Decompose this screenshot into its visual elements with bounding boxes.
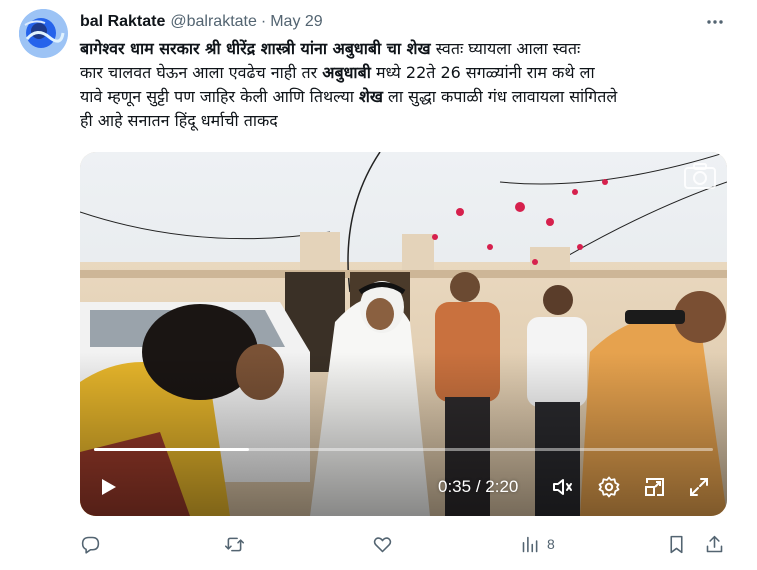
like-button[interactable]	[372, 528, 393, 560]
volume-button[interactable]	[548, 470, 578, 504]
pip-button[interactable]	[640, 470, 670, 504]
highlighted-text: बागेश्वर धाम सरकार श्री धीरेंद्र शास्त्र…	[80, 39, 431, 58]
video-time: 0:35 / 2:20	[438, 470, 518, 504]
retweet-icon	[224, 537, 245, 551]
tweet-card: bal Raktate @balraktate · May 29 बागेश्व…	[0, 0, 757, 570]
bookmark-button[interactable]	[666, 528, 687, 560]
tweet-text-segment: कार चालवत घेऊन आला एवढेच नाही तर	[80, 63, 323, 82]
tweet-text-line-3: यावे म्हणून सुट्टी पण जाहिर केली आणि तिथ…	[80, 85, 740, 109]
video-progress-fill	[94, 448, 249, 451]
avatar[interactable]	[19, 9, 68, 58]
tweet-text: बागेश्वर धाम सरकार श्री धीरेंद्र शास्त्र…	[80, 37, 740, 133]
tweet-text-segment: यावे म्हणून सुट्टी पण जाहिर केली आणि तिथ…	[80, 87, 359, 106]
play-button[interactable]	[94, 470, 122, 504]
author-name[interactable]: bal Raktate	[80, 13, 165, 31]
tweet-actions: 8	[80, 528, 740, 560]
views-count: 8	[547, 536, 555, 552]
tweet-header: bal Raktate @balraktate · May 29	[80, 11, 323, 33]
views-button[interactable]: 8	[520, 528, 555, 560]
video-progress-bar[interactable]	[94, 448, 713, 451]
video-player[interactable]: 0:35 / 2:20	[80, 152, 727, 516]
fullscreen-button[interactable]	[684, 470, 714, 504]
time-separator: /	[471, 477, 486, 496]
current-time: 0:35	[438, 477, 472, 496]
video-frame	[80, 152, 727, 516]
tweet-date[interactable]: May 29	[270, 13, 322, 31]
separator-dot: ·	[260, 13, 267, 30]
highlighted-text: शेख	[359, 87, 383, 106]
more-icon	[707, 20, 723, 24]
pip-icon	[645, 478, 664, 496]
tweet-text-line-1: बागेश्वर धाम सरकार श्री धीरेंद्र शास्त्र…	[80, 37, 740, 61]
tweet-text-segment: ला सुद्धा कपाळी गंध लावायला सांगितले	[382, 87, 618, 106]
tweet-text-line-4: ही आहे सनातन हिंदू धर्माची ताकद	[80, 111, 278, 130]
play-icon	[102, 479, 116, 495]
reply-button[interactable]	[80, 528, 101, 560]
reply-icon	[81, 536, 100, 554]
tweet-text-segment: स्वतः घ्यायला आला स्वतः	[430, 39, 581, 58]
share-button[interactable]	[704, 528, 725, 560]
settings-button[interactable]	[594, 470, 624, 504]
share-icon	[706, 535, 723, 552]
views-icon	[522, 536, 538, 552]
bookmark-icon	[670, 535, 683, 553]
video-controls: 0:35 / 2:20	[80, 470, 727, 504]
highlighted-text: अबुधाबी	[322, 63, 371, 82]
volume-icon	[553, 479, 572, 495]
camera-icon	[683, 162, 717, 190]
tweet-text-segment: मध्ये 22ते 26 सगळ्यांनी राम कथे ला	[370, 63, 595, 82]
more-options-button[interactable]	[703, 10, 727, 34]
tweet-text-line-2: कार चालवत घेऊन आला एवढेच नाही तर अबुधाबी…	[80, 61, 740, 85]
like-icon	[373, 536, 392, 552]
settings-icon	[598, 476, 620, 498]
retweet-button[interactable]	[224, 528, 245, 560]
author-handle[interactable]: @balraktate	[170, 13, 257, 31]
duration: 2:20	[485, 477, 519, 496]
fullscreen-icon	[690, 478, 708, 496]
